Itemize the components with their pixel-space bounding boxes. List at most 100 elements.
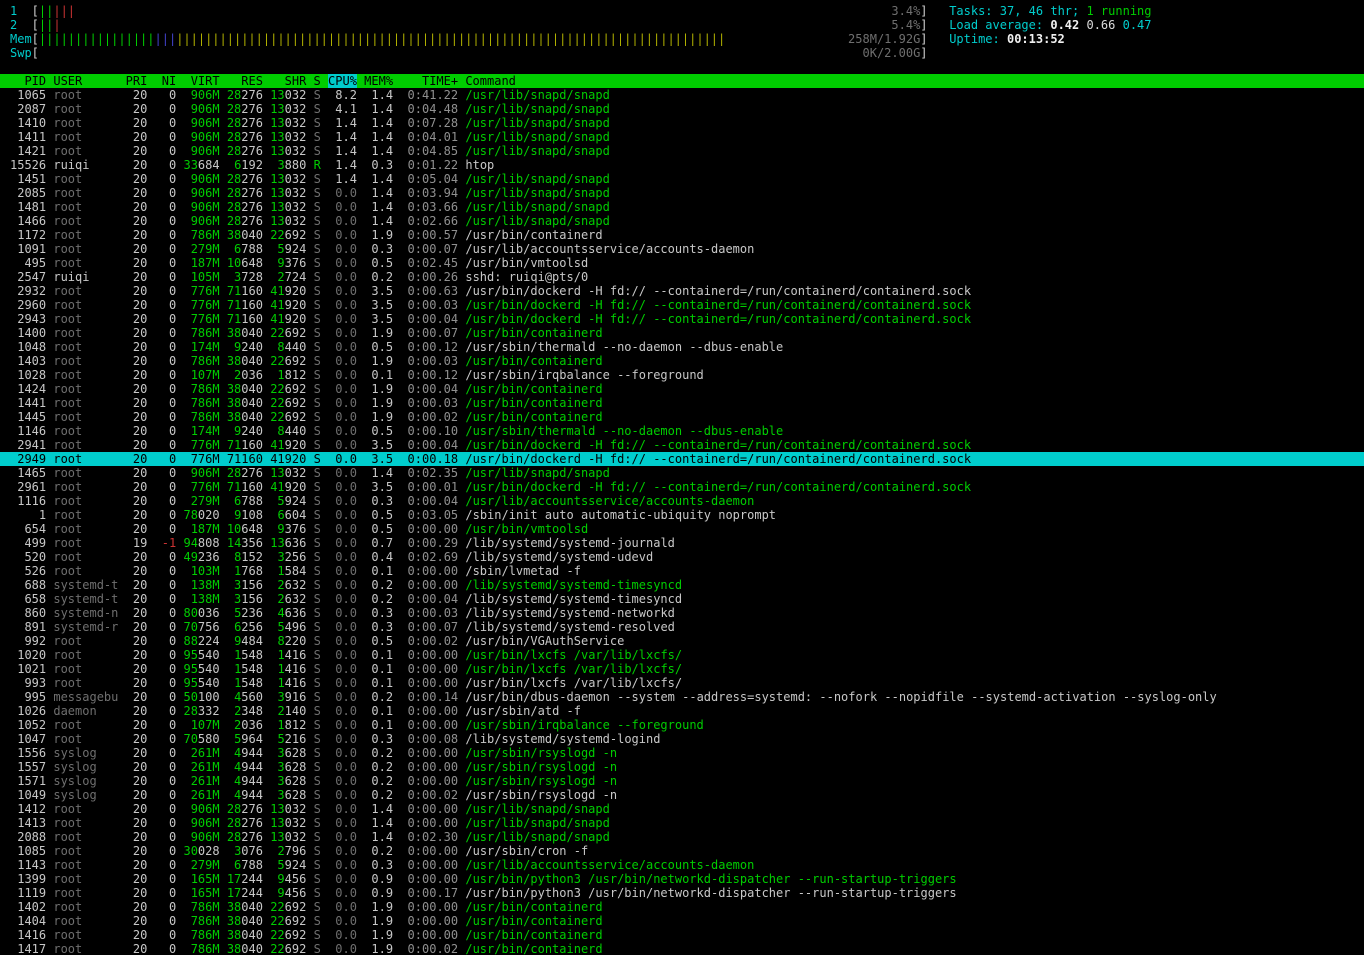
process-row-2087[interactable]: 2087 root 20 0 906M 28276 13032 S 4.1 1.… <box>0 102 1364 116</box>
process-row-1481[interactable]: 1481 root 20 0 906M 28276 13032 S 0.0 1.… <box>0 200 1364 214</box>
process-row-1399[interactable]: 1399 root 20 0 165M 17244 9456 S 0.0 0.9… <box>0 872 1364 886</box>
process-row-1048[interactable]: 1048 root 20 0 174M 9240 8440 S 0.0 0.5 … <box>0 340 1364 354</box>
process-row-1119[interactable]: 1119 root 20 0 165M 17244 9456 S 0.0 0.9… <box>0 886 1364 900</box>
process-row-1557[interactable]: 1557 syslog 20 0 261M 4944 3628 S 0.0 0.… <box>0 760 1364 774</box>
process-row-1445[interactable]: 1445 root 20 0 786M 38040 22692 S 0.0 1.… <box>0 410 1364 424</box>
column-header-shr[interactable]: SHR <box>270 74 307 88</box>
process-row-1026[interactable]: 1026 daemon 20 0 28332 2348 2140 S 0.0 0… <box>0 704 1364 718</box>
cell-shr: 22 <box>270 914 285 928</box>
column-header-res[interactable]: RES <box>227 74 263 88</box>
process-row-2932[interactable]: 2932 root 20 0 776M 71160 41920 S 0.0 3.… <box>0 284 1364 298</box>
process-row-1424[interactable]: 1424 root 20 0 786M 38040 22692 S 0.0 1.… <box>0 382 1364 396</box>
process-row-1065[interactable]: 1065 root 20 0 906M 28276 13032 S 8.2 1.… <box>0 88 1364 102</box>
process-row-1047[interactable]: 1047 root 20 0 70580 5964 5216 S 0.0 0.3… <box>0 732 1364 746</box>
cell-priority: 20 <box>125 298 148 312</box>
process-row-654[interactable]: 654 root 20 0 187M 10648 9376 S 0.0 0.5 … <box>0 522 1364 536</box>
cell-time: 0:00.00 <box>400 900 459 914</box>
process-row-1410[interactable]: 1410 root 20 0 906M 28276 13032 S 1.4 1.… <box>0 116 1364 130</box>
column-header-mem[interactable]: MEM% <box>364 74 393 88</box>
process-row-1421[interactable]: 1421 root 20 0 906M 28276 13032 S 1.4 1.… <box>0 144 1364 158</box>
column-header-pri[interactable]: PRI <box>126 74 148 88</box>
cell-pid: 1021 <box>10 662 47 676</box>
process-row-2547[interactable]: 2547 ruiqi 20 0 105M 3728 2724 S 0.0 0.2… <box>0 270 1364 284</box>
process-row-1404[interactable]: 1404 root 20 0 786M 38040 22692 S 0.0 1.… <box>0 914 1364 928</box>
cell-pid: 1028 <box>10 368 47 382</box>
column-header-virt[interactable]: VIRT <box>183 74 220 88</box>
process-row-2960[interactable]: 2960 root 20 0 776M 71160 41920 S 0.0 3.… <box>0 298 1364 312</box>
column-header-s[interactable]: S <box>314 74 321 88</box>
process-row-1403[interactable]: 1403 root 20 0 786M 38040 22692 S 0.0 1.… <box>0 354 1364 368</box>
cell-pid: 1403 <box>10 354 47 368</box>
process-row-891[interactable]: 891 systemd-r 20 0 70756 6256 5496 S 0.0… <box>0 620 1364 634</box>
process-row-1413[interactable]: 1413 root 20 0 906M 28276 13032 S 0.0 1.… <box>0 816 1364 830</box>
cell-res: 28 <box>226 144 242 158</box>
process-row-2941[interactable]: 2941 root 20 0 776M 71160 41920 S 0.0 3.… <box>0 438 1364 452</box>
cell-priority: 20 <box>125 144 148 158</box>
process-row-1441[interactable]: 1441 root 20 0 786M 38040 22692 S 0.0 1.… <box>0 396 1364 410</box>
process-row-520[interactable]: 520 root 20 0 49236 8152 3256 S 0.0 0.4 … <box>0 550 1364 564</box>
process-row-1465[interactable]: 1465 root 20 0 906M 28276 13032 S 0.0 1.… <box>0 466 1364 480</box>
process-row-1[interactable]: 1 root 20 0 78020 9108 6604 S 0.0 0.5 0:… <box>0 508 1364 522</box>
process-row-1020[interactable]: 1020 root 20 0 95540 1548 1416 S 0.0 0.1… <box>0 648 1364 662</box>
process-row-2088[interactable]: 2088 root 20 0 906M 28276 13032 S 0.0 1.… <box>0 830 1364 844</box>
cell-state: S <box>313 886 321 900</box>
cell-priority: 20 <box>125 172 148 186</box>
process-row-1021[interactable]: 1021 root 20 0 95540 1548 1416 S 0.0 0.1… <box>0 662 1364 676</box>
process-row-1091[interactable]: 1091 root 20 0 279M 6788 5924 S 0.0 0.3 … <box>0 242 1364 256</box>
process-row-1466[interactable]: 1466 root 20 0 906M 28276 13032 S 0.0 1.… <box>0 214 1364 228</box>
column-header-ni[interactable]: NI <box>155 74 176 88</box>
process-row-1451[interactable]: 1451 root 20 0 906M 28276 13032 S 1.4 1.… <box>0 172 1364 186</box>
process-row-1085[interactable]: 1085 root 20 0 30028 3076 2796 S 0.0 0.2… <box>0 844 1364 858</box>
cpu2-caption: 2 <box>10 18 18 32</box>
process-row-1417[interactable]: 1417 root 20 0 786M 38040 22692 S 0.0 1.… <box>0 942 1364 955</box>
cell-command: /usr/sbin/rsyslogd -n <box>465 788 618 802</box>
column-header-user[interactable]: USER <box>53 74 118 88</box>
process-row-658[interactable]: 658 systemd-t 20 0 138M 3156 2632 S 0.0 … <box>0 592 1364 606</box>
cell-cpu-percent: 0.0 <box>328 214 357 228</box>
column-header-pid[interactable]: PID <box>10 74 46 88</box>
cell-shr: 9 <box>270 256 285 270</box>
process-row-1146[interactable]: 1146 root 20 0 174M 9240 8440 S 0.0 0.5 … <box>0 424 1364 438</box>
process-row-1412[interactable]: 1412 root 20 0 906M 28276 13032 S 0.0 1.… <box>0 802 1364 816</box>
process-row-526[interactable]: 526 root 20 0 103M 1768 1584 S 0.0 0.1 0… <box>0 564 1364 578</box>
process-row-1028[interactable]: 1028 root 20 0 107M 2036 1812 S 0.0 0.1 … <box>0 368 1364 382</box>
process-row-1172[interactable]: 1172 root 20 0 786M 38040 22692 S 0.0 1.… <box>0 228 1364 242</box>
cell-pid: 2960 <box>10 298 47 312</box>
cell-virt: 786M <box>183 326 220 340</box>
process-row-15526[interactable]: 15526 ruiqi 20 0 33684 6192 3880 R 1.4 0… <box>0 158 1364 172</box>
process-row-2949[interactable]: 2949 root 20 0 776M 71160 41920 S 0.0 3.… <box>0 452 1364 466</box>
cell-cpu-percent: 0.0 <box>328 634 357 648</box>
process-row-1049[interactable]: 1049 syslog 20 0 261M 4944 3628 S 0.0 0.… <box>0 788 1364 802</box>
process-row-2961[interactable]: 2961 root 20 0 776M 71160 41920 S 0.0 3.… <box>0 480 1364 494</box>
cell-mem-percent: 1.4 <box>364 214 394 228</box>
process-row-495[interactable]: 495 root 20 0 187M 10648 9376 S 0.0 0.5 … <box>0 256 1364 270</box>
cell-command: /sbin/lvmetad -f <box>465 564 581 578</box>
process-row-1402[interactable]: 1402 root 20 0 786M 38040 22692 S 0.0 1.… <box>0 900 1364 914</box>
process-row-2943[interactable]: 2943 root 20 0 776M 71160 41920 S 0.0 3.… <box>0 312 1364 326</box>
cell-time: 0:00.00 <box>400 802 459 816</box>
process-row-1400[interactable]: 1400 root 20 0 786M 38040 22692 S 0.0 1.… <box>0 326 1364 340</box>
cell-res: 28 <box>226 88 242 102</box>
column-header-time[interactable]: TIME+ <box>400 74 458 88</box>
process-row-993[interactable]: 993 root 20 0 95540 1548 1416 S 0.0 0.1 … <box>0 676 1364 690</box>
process-row-1411[interactable]: 1411 root 20 0 906M 28276 13032 S 1.4 1.… <box>0 130 1364 144</box>
process-row-1143[interactable]: 1143 root 20 0 279M 6788 5924 S 0.0 0.3 … <box>0 858 1364 872</box>
process-row-1052[interactable]: 1052 root 20 0 107M 2036 1812 S 0.0 0.1 … <box>0 718 1364 732</box>
process-row-992[interactable]: 992 root 20 0 88224 9484 8220 S 0.0 0.5 … <box>0 634 1364 648</box>
cell-shr: 3 <box>270 690 285 704</box>
process-row-688[interactable]: 688 systemd-t 20 0 138M 3156 2632 S 0.0 … <box>0 578 1364 592</box>
cell-priority: 20 <box>125 270 148 284</box>
column-header-command[interactable]: Command <box>465 74 516 88</box>
cell-mem-percent: 0.2 <box>364 844 394 858</box>
process-row-1556[interactable]: 1556 syslog 20 0 261M 4944 3628 S 0.0 0.… <box>0 746 1364 760</box>
process-row-995[interactable]: 995 messagebu 20 0 50100 4560 3916 S 0.0… <box>0 690 1364 704</box>
column-header-cpu[interactable]: CPU% <box>328 74 357 88</box>
cell-virt: 70 <box>183 620 198 634</box>
process-row-1416[interactable]: 1416 root 20 0 786M 38040 22692 S 0.0 1.… <box>0 928 1364 942</box>
process-row-1116[interactable]: 1116 root 20 0 279M 6788 5924 S 0.0 0.3 … <box>0 494 1364 508</box>
process-row-2085[interactable]: 2085 root 20 0 906M 28276 13032 S 0.0 1.… <box>0 186 1364 200</box>
cell-shr: 1 <box>270 368 285 382</box>
process-row-499[interactable]: 499 root 19 -1 94808 14356 13636 S 0.0 0… <box>0 536 1364 550</box>
process-row-1571[interactable]: 1571 syslog 20 0 261M 4944 3628 S 0.0 0.… <box>0 774 1364 788</box>
process-row-860[interactable]: 860 systemd-n 20 0 80036 5236 4636 S 0.0… <box>0 606 1364 620</box>
